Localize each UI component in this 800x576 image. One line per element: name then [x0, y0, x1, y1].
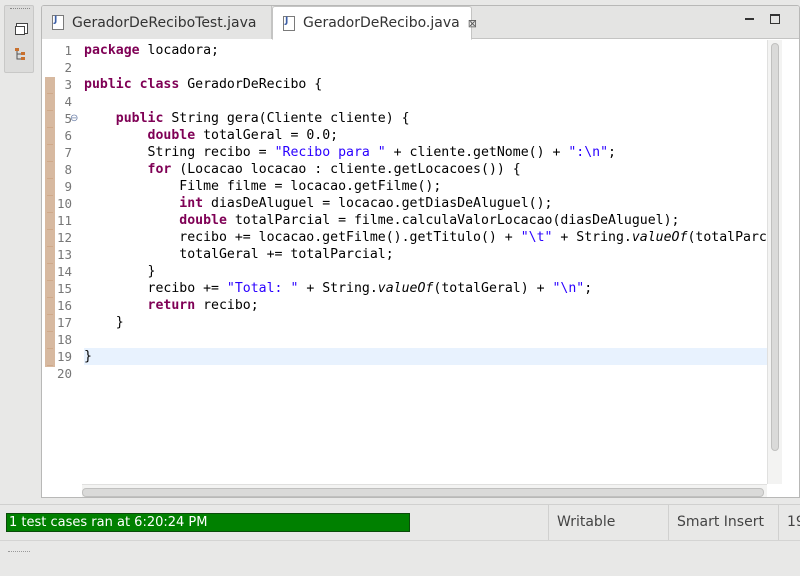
- line-number: 19: [56, 349, 72, 364]
- restore-icon[interactable]: [12, 22, 28, 38]
- minimized-view-toolbar: [4, 5, 34, 73]
- line-number: 7: [64, 145, 72, 160]
- line-number: 17: [56, 315, 72, 330]
- status-bar: 1 test cases ran at 6:20:24 PM Writable …: [0, 504, 800, 541]
- code-line[interactable]: [84, 331, 768, 348]
- line-number: 15: [56, 281, 72, 296]
- code-line[interactable]: recibo += "Total: " + String.valueOf(tot…: [84, 280, 768, 297]
- line-number: 11: [56, 213, 72, 228]
- tab-gerador-de-recibo-test[interactable]: GeradorDeReciboTest.java: [42, 6, 272, 39]
- line-number: 12: [56, 230, 72, 245]
- tab-label: GeradorDeRecibo.java: [303, 15, 460, 31]
- code-line[interactable]: }: [84, 314, 768, 331]
- minimize-icon[interactable]: [745, 18, 754, 20]
- close-tab-icon[interactable]: ⊠: [468, 17, 477, 30]
- line-number: 1: [64, 43, 72, 58]
- scroll-thumb[interactable]: [82, 488, 764, 497]
- code-line[interactable]: [84, 59, 768, 76]
- line-number: 16: [56, 298, 72, 313]
- tab-label: GeradorDeReciboTest.java: [72, 14, 257, 31]
- code-line[interactable]: double totalParcial = filme.calculaValor…: [84, 212, 768, 229]
- tab-gerador-de-recibo[interactable]: GeradorDeRecibo.java ⊠: [272, 6, 477, 40]
- editor-tab-bar: GeradorDeReciboTest.java GeradorDeRecibo…: [42, 6, 799, 40]
- line-number: 9: [64, 179, 72, 194]
- hierarchy-view-icon[interactable]: [12, 46, 28, 62]
- line-number: 6: [64, 128, 72, 143]
- java-file-icon: [283, 15, 295, 31]
- horizontal-scrollbar[interactable]: [82, 484, 767, 497]
- code-line[interactable]: public class GeradorDeRecibo {: [84, 76, 768, 93]
- code-line[interactable]: return recibo;: [84, 297, 768, 314]
- code-line[interactable]: }: [84, 348, 768, 365]
- code-line[interactable]: package locadora;: [84, 42, 768, 59]
- vertical-scrollbar[interactable]: [767, 40, 782, 484]
- code-line[interactable]: [84, 93, 768, 110]
- code-line[interactable]: for (Locacao locacao : cliente.getLocaco…: [84, 161, 768, 178]
- line-number: 8: [64, 162, 72, 177]
- code-line[interactable]: recibo += locacao.getFilme().getTitulo()…: [84, 229, 768, 246]
- fold-collapse-icon[interactable]: ⊖: [70, 113, 78, 124]
- scroll-thumb[interactable]: [771, 43, 779, 451]
- status-insert-mode: Smart Insert: [668, 505, 778, 541]
- java-file-icon: [52, 15, 64, 30]
- line-number: 13: [56, 247, 72, 262]
- line-number: 4: [64, 94, 72, 109]
- maximize-icon[interactable]: [770, 14, 780, 24]
- bottom-trim: [0, 540, 800, 576]
- code-line[interactable]: int diasDeAluguel = locacao.getDiasDeAlu…: [84, 195, 768, 212]
- code-line[interactable]: String recibo = "Recibo para " + cliente…: [84, 144, 768, 161]
- java-editor: GeradorDeReciboTest.java GeradorDeRecibo…: [41, 5, 800, 498]
- code-line[interactable]: public String gera(Cliente cliente) {: [84, 110, 768, 127]
- hierarchy-icon: [15, 48, 25, 60]
- change-annotation-bar: [45, 77, 55, 367]
- junit-status-bar[interactable]: 1 test cases ran at 6:20:24 PM: [6, 513, 410, 532]
- code-line[interactable]: double totalGeral = 0.0;: [84, 127, 768, 144]
- trim-grip[interactable]: [8, 551, 30, 555]
- code-area[interactable]: 1 2 3 4 5 6 7 8 9 10 11 12 13 14 15 16 1…: [42, 40, 799, 484]
- code-line[interactable]: }: [84, 263, 768, 280]
- line-number-gutter: 1 2 3 4 5 6 7 8 9 10 11 12 13 14 15 16 1…: [56, 40, 82, 484]
- line-number: 18: [56, 332, 72, 347]
- left-trim: [0, 0, 38, 500]
- line-number: 10: [56, 196, 72, 211]
- source-text[interactable]: package locadora; public class GeradorDeR…: [84, 40, 768, 484]
- line-number: 2: [64, 60, 72, 75]
- line-number: 3: [64, 77, 72, 92]
- toolbar-grip[interactable]: [10, 8, 30, 12]
- code-line[interactable]: [84, 365, 768, 382]
- line-number: 20: [56, 366, 72, 381]
- line-number: 14: [56, 264, 72, 279]
- status-cursor-position: 19: [778, 505, 800, 541]
- code-line[interactable]: totalGeral += totalParcial;: [84, 246, 768, 263]
- code-line[interactable]: Filme filme = locacao.getFilme();: [84, 178, 768, 195]
- status-writable: Writable: [548, 505, 668, 541]
